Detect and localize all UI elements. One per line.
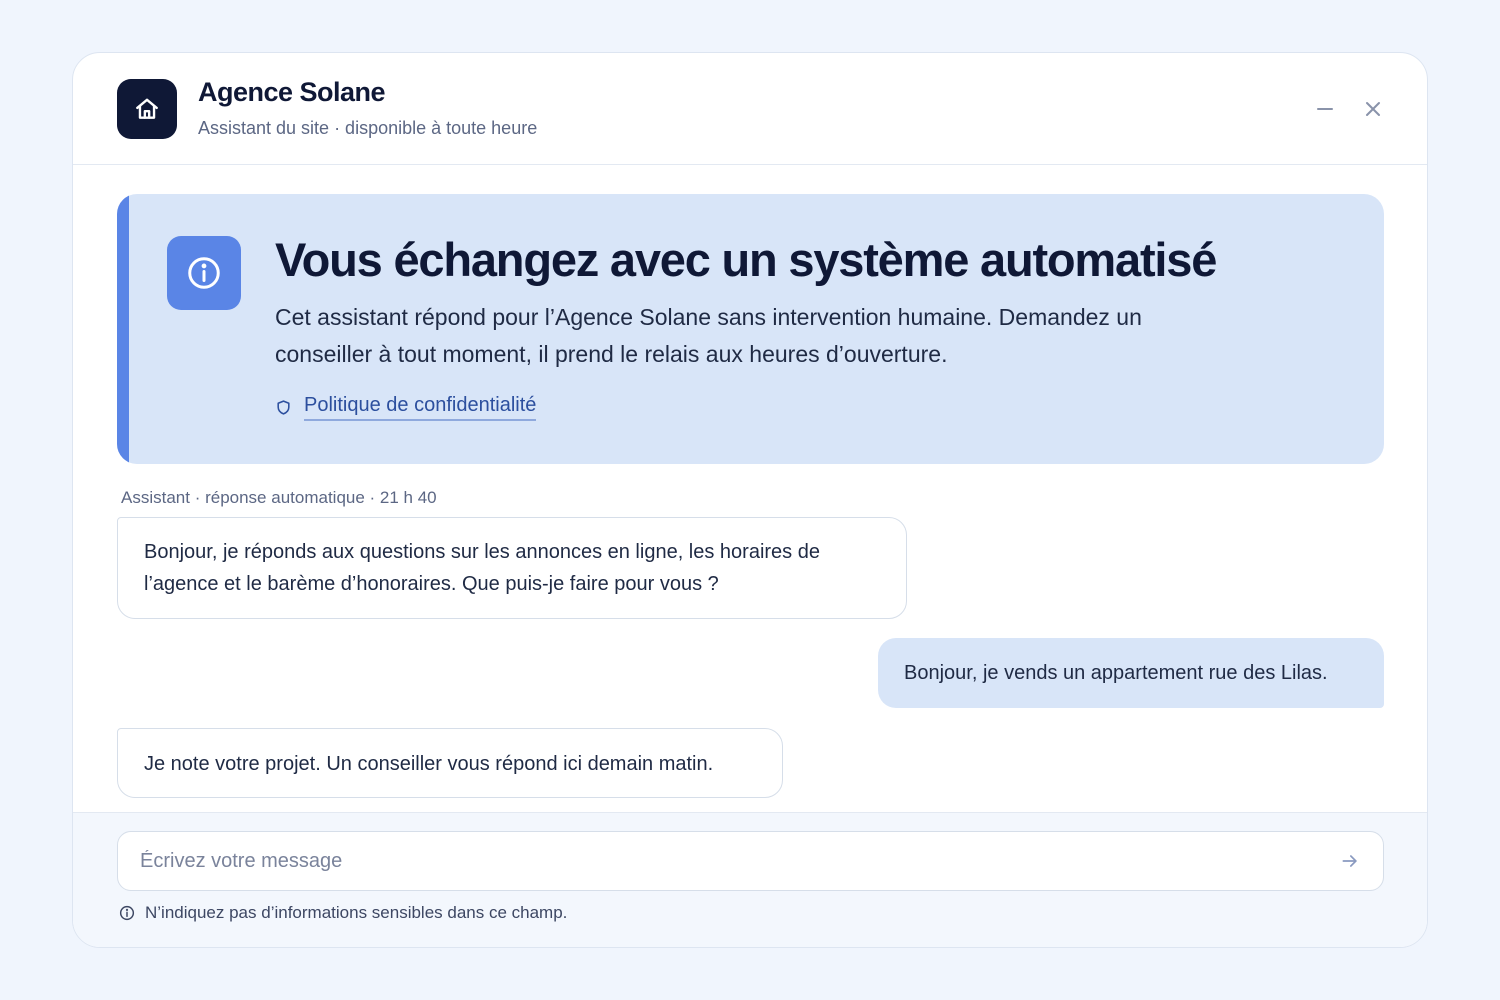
app-title: Agence Solane xyxy=(198,77,386,107)
banner-title: Vous échangez avec un système automatisé xyxy=(275,233,1217,286)
arrow-right-icon xyxy=(1342,855,1357,867)
assistant-message: Bonjour, je réponds aux questions sur le… xyxy=(117,517,907,619)
close-button[interactable] xyxy=(1355,91,1391,127)
chat-window: Agence Solane Assistant du site · dispon… xyxy=(72,52,1428,948)
message-input-wrapper xyxy=(117,831,1384,891)
input-hint: N’indiquez pas d’informations sensibles … xyxy=(119,903,567,923)
house-icon xyxy=(117,79,177,139)
info-icon xyxy=(167,236,241,310)
privacy-policy-link[interactable]: Politique de confidentialité xyxy=(304,394,537,421)
composer: N’indiquez pas d’informations sensibles … xyxy=(73,812,1427,947)
minimize-button[interactable] xyxy=(1307,91,1343,127)
message-input[interactable] xyxy=(140,832,1310,890)
message-meta: Assistant · réponse automatique · 21 h 4… xyxy=(121,488,437,507)
banner-text: Cet assistant répond pour l’Agence Solan… xyxy=(275,304,1142,367)
app-subtitle: Assistant du site · disponible à toute h… xyxy=(198,118,538,138)
close-icon xyxy=(1366,102,1380,116)
shield-icon xyxy=(277,400,290,415)
policy-row: Politique de confidentialité xyxy=(275,394,537,421)
info-icon xyxy=(119,905,135,921)
chat-header: Agence Solane Assistant du site · dispon… xyxy=(73,53,1427,165)
input-hint-text: N’indiquez pas d’informations sensibles … xyxy=(145,903,568,922)
assistant-message: Je note votre projet. Un conseiller vous… xyxy=(117,728,783,798)
minimize-icon xyxy=(1317,108,1333,110)
automation-notice-banner: Vous échangez avec un système automatisé… xyxy=(117,194,1384,464)
send-button[interactable] xyxy=(1335,846,1365,876)
banner-accent-bar xyxy=(117,194,129,464)
user-message: Bonjour, je vends un appartement rue des… xyxy=(878,638,1384,708)
